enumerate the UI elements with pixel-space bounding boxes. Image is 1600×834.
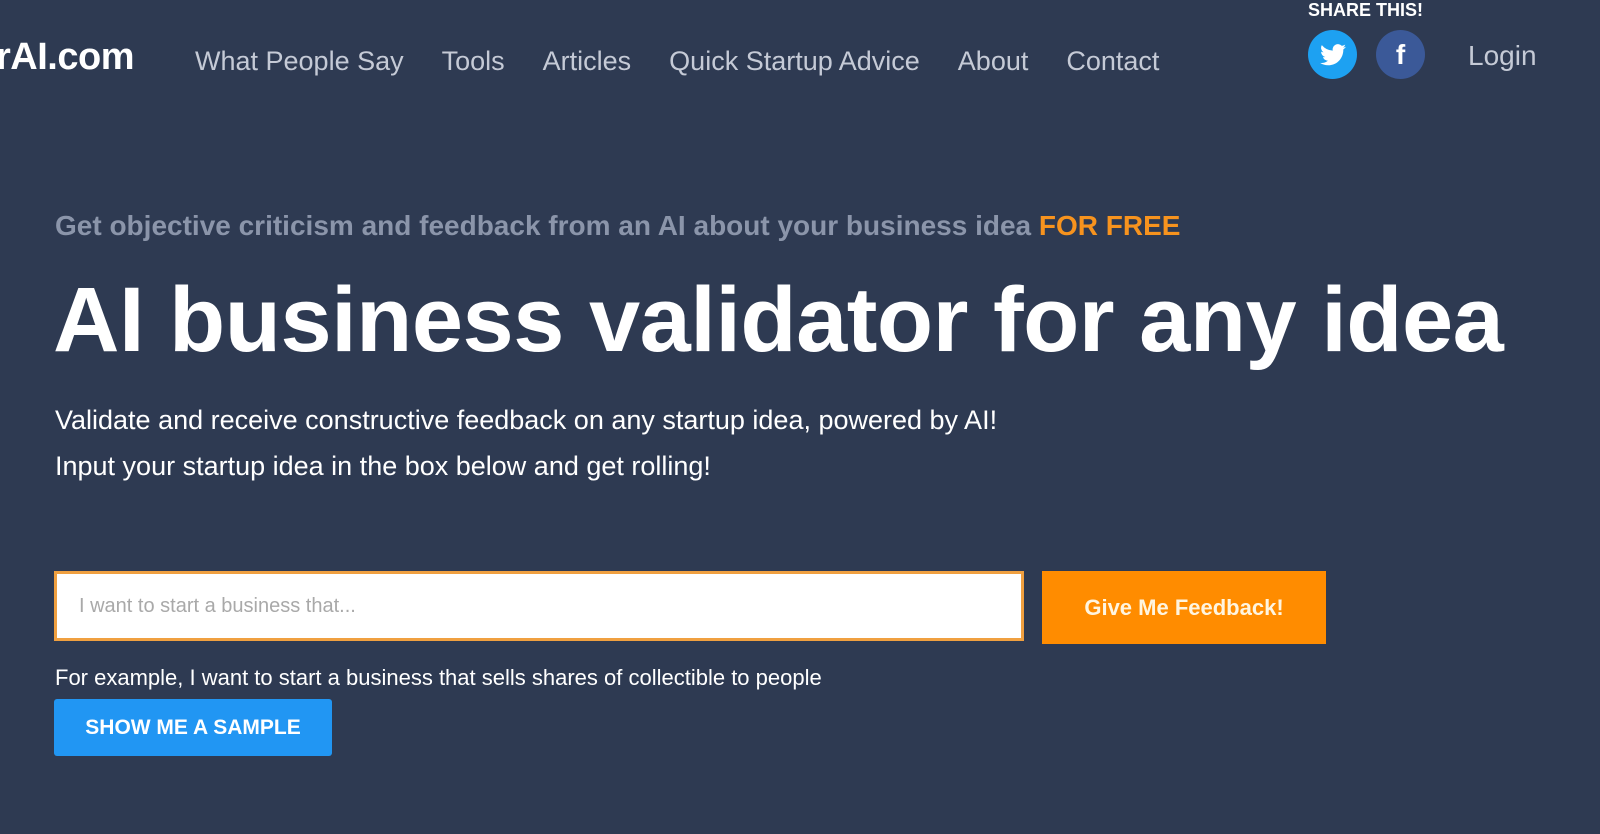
nav-about[interactable]: About — [958, 46, 1029, 77]
facebook-share-button[interactable]: f — [1376, 30, 1425, 79]
twitter-icon — [1319, 43, 1346, 65]
tagline: Get objective criticism and feedback fro… — [55, 210, 1180, 242]
facebook-icon: f — [1395, 38, 1406, 70]
nav-articles[interactable]: Articles — [543, 46, 632, 77]
show-sample-button[interactable]: SHOW ME A SAMPLE — [54, 699, 332, 756]
business-idea-input[interactable] — [54, 571, 1024, 641]
subtitle-line-2: Input your startup idea in the box below… — [55, 451, 711, 481]
tagline-accent: FOR FREE — [1038, 210, 1181, 241]
nav-tools[interactable]: Tools — [442, 46, 505, 77]
tagline-text: Get objective criticism and feedback fro… — [55, 210, 1039, 241]
main-nav: What People Say Tools Articles Quick Sta… — [195, 46, 1197, 77]
login-link[interactable]: Login — [1468, 40, 1537, 72]
site-logo[interactable]: rAI.com — [0, 36, 134, 79]
nav-what-people-say[interactable]: What People Say — [195, 46, 404, 77]
give-feedback-button[interactable]: Give Me Feedback! — [1042, 571, 1326, 644]
page-title: AI business validator for any idea — [53, 269, 1504, 371]
nav-quick-startup-advice[interactable]: Quick Startup Advice — [669, 46, 920, 77]
nav-contact[interactable]: Contact — [1066, 46, 1159, 77]
subtitle-line-1: Validate and receive constructive feedba… — [55, 405, 998, 435]
share-label: SHARE THIS! — [1308, 0, 1424, 20]
example-text: For example, I want to start a business … — [55, 665, 822, 690]
twitter-share-button[interactable] — [1308, 30, 1357, 79]
